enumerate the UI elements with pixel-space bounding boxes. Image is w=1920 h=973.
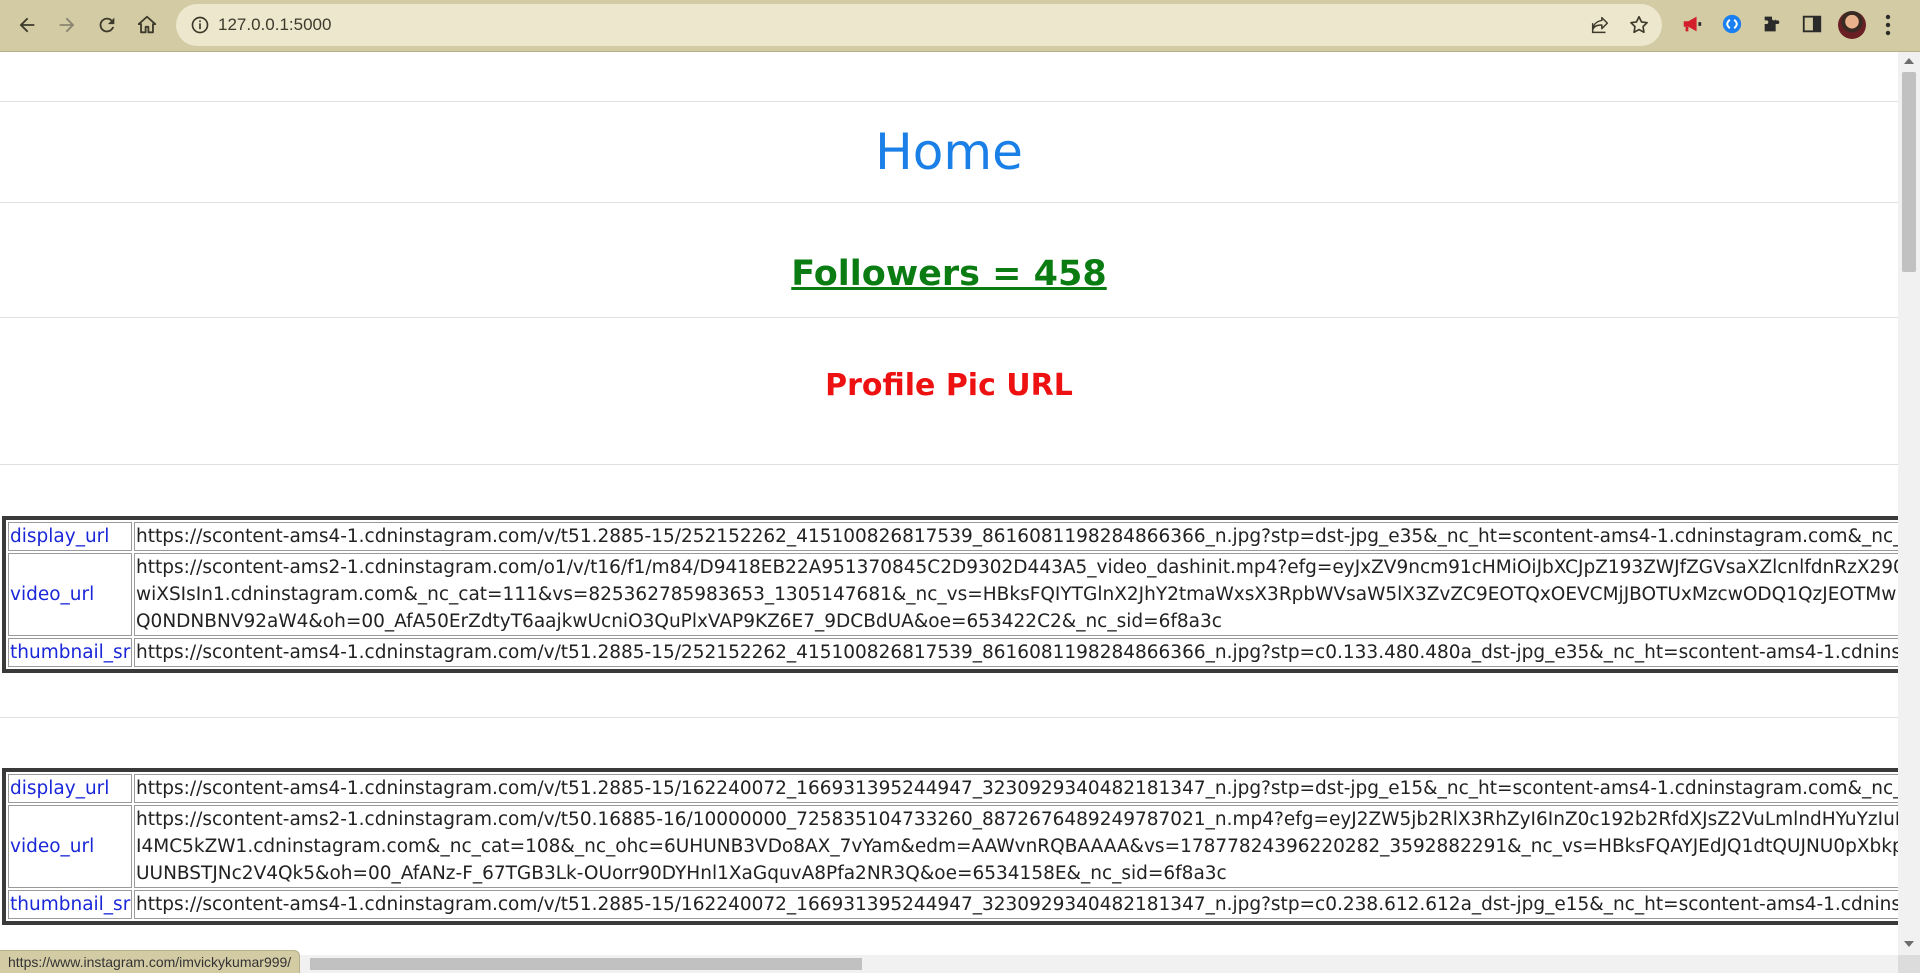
reload-icon — [99, 17, 115, 33]
horizontal-scroll-thumb[interactable] — [310, 958, 862, 970]
kebab-menu-icon[interactable] — [1878, 12, 1898, 38]
key-cell[interactable]: video_url — [8, 553, 132, 636]
divider — [0, 717, 1898, 718]
vertical-scrollbar[interactable] — [1898, 52, 1920, 955]
key-cell[interactable]: display_url — [8, 774, 132, 803]
share-icon[interactable] — [1589, 14, 1611, 36]
arrow-left-icon — [19, 17, 35, 33]
address-bar[interactable]: 127.0.0.1:5000 — [176, 4, 1662, 46]
home-icon — [137, 15, 157, 34]
page-content: Home Followers = 458 Profile Pic URL dis… — [0, 52, 1898, 955]
table-row: video_url https://scontent-ams2-1.cdnins… — [8, 553, 1898, 636]
table-row: thumbnail_src https://scontent-ams4-1.cd… — [8, 638, 1898, 667]
home-button[interactable] — [130, 8, 164, 42]
divider — [0, 101, 1898, 102]
scroll-up-arrow-icon[interactable] — [1904, 58, 1914, 64]
vertical-scroll-thumb[interactable] — [1902, 72, 1916, 272]
key-cell[interactable]: video_url — [8, 805, 132, 888]
followers-link[interactable]: Followers = 458 — [0, 254, 1898, 294]
table-row: display_url https://scontent-ams4-1.cdni… — [8, 774, 1898, 803]
table-row: thumbnail_src https://scontent-ams4-1.cd… — [8, 890, 1898, 919]
post-table: display_url https://scontent-ams4-1.cdni… — [2, 516, 1898, 673]
value-cell: https://scontent-ams4-1.cdninstagram.com… — [134, 774, 1898, 803]
value-cell: https://scontent-ams4-1.cdninstagram.com… — [134, 522, 1898, 551]
value-cell: https://scontent-ams4-1.cdninstagram.com… — [134, 890, 1898, 919]
table-row: display_url https://scontent-ams4-1.cdni… — [8, 522, 1898, 551]
forward-button[interactable] — [50, 8, 84, 42]
key-cell[interactable]: thumbnail_src — [8, 890, 132, 919]
megaphone-extension-icon[interactable] — [1679, 11, 1705, 37]
value-cell: https://scontent-ams4-1.cdninstagram.com… — [134, 638, 1898, 667]
key-cell[interactable]: thumbnail_src — [8, 638, 132, 667]
shazam-extension-icon[interactable] — [1719, 11, 1745, 37]
followers-link-text[interactable]: Followers = 458 — [791, 254, 1107, 294]
value-cell: https://scontent-ams2-1.cdninstagram.com… — [134, 805, 1898, 888]
divider — [0, 317, 1898, 318]
scroll-down-arrow-icon[interactable] — [1904, 941, 1914, 947]
table-row: video_url https://scontent-ams2-1.cdnins… — [8, 805, 1898, 888]
puzzle-icon[interactable] — [1759, 11, 1785, 37]
profile-avatar[interactable] — [1838, 11, 1866, 39]
scrollbar-corner — [1898, 955, 1920, 973]
reload-button[interactable] — [90, 8, 124, 42]
browser-toolbar: 127.0.0.1:5000 — [0, 0, 1920, 52]
info-icon[interactable] — [190, 15, 210, 35]
arrow-right-icon — [59, 17, 75, 33]
post-table: display_url https://scontent-ams4-1.cdni… — [2, 768, 1898, 925]
profile-pic-heading: Profile Pic URL — [825, 368, 1073, 403]
value-cell: https://scontent-ams2-1.cdninstagram.com… — [134, 553, 1898, 636]
key-cell[interactable]: display_url — [8, 522, 132, 551]
star-icon[interactable] — [1628, 14, 1650, 36]
divider — [0, 202, 1898, 203]
page-title: Home — [875, 123, 1023, 181]
divider — [0, 464, 1898, 465]
back-button[interactable] — [10, 8, 44, 42]
side-panel-icon[interactable] — [1799, 11, 1825, 37]
status-bar-url: https://www.instagram.com/imvickykumar99… — [0, 950, 301, 973]
url-text[interactable]: 127.0.0.1:5000 — [218, 15, 331, 35]
